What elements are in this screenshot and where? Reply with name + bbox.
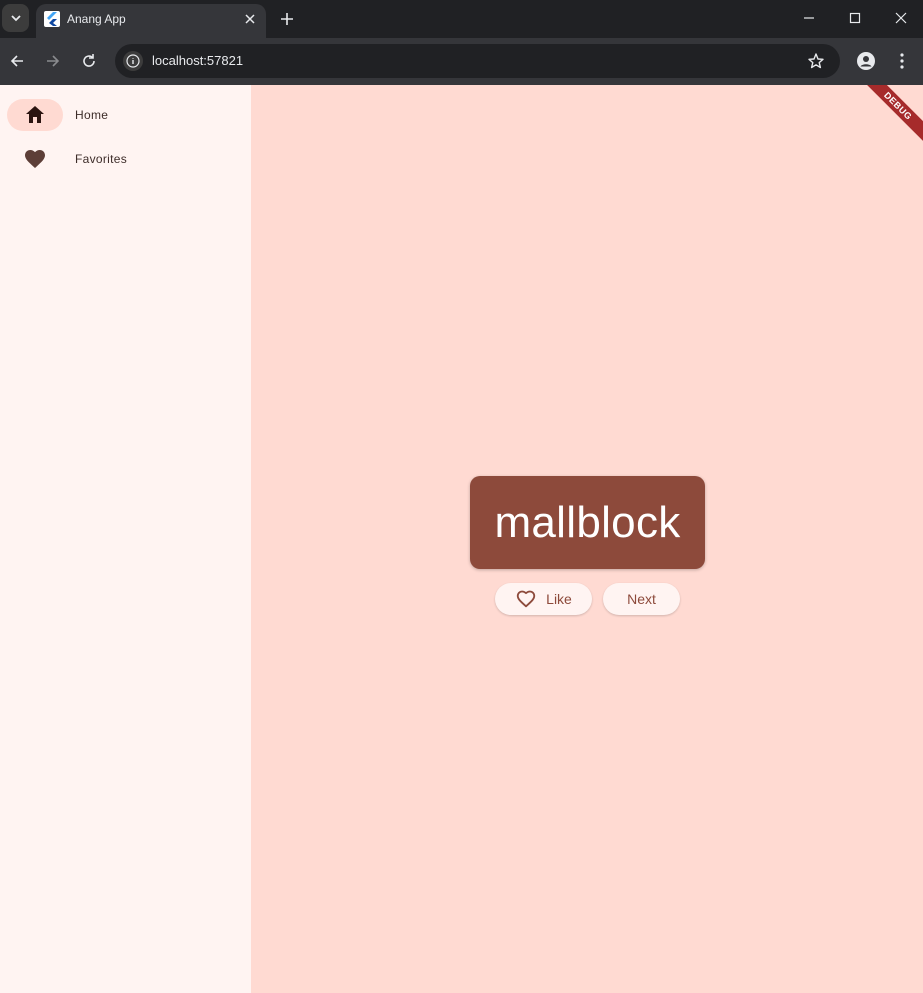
chevron-down-icon [10, 15, 21, 22]
flutter-logo-icon [44, 11, 60, 27]
rail-item-label: Home [75, 108, 109, 122]
reload-icon[interactable] [79, 51, 99, 71]
browser-toolbar: localhost:57821 [0, 38, 923, 85]
debug-banner: DEBUG [863, 85, 923, 145]
close-icon[interactable] [242, 11, 258, 27]
rail-item-label: Favorites [75, 152, 128, 166]
main-content: mallblock Like Next DEBUG [251, 85, 923, 993]
forward-arrow-icon[interactable] [43, 51, 63, 71]
maximize-icon[interactable] [845, 8, 865, 28]
window-close-icon[interactable] [891, 8, 911, 28]
url-text[interactable]: localhost:57821 [152, 53, 243, 68]
word-pair-card: mallblock [470, 476, 705, 569]
back-arrow-icon[interactable] [7, 51, 27, 71]
more-vert-icon[interactable] [892, 51, 912, 71]
debug-banner-label: DEBUG [863, 85, 923, 145]
new-tab-icon[interactable] [277, 9, 297, 29]
word-pair-text: mallblock [494, 497, 681, 547]
address-bar[interactable]: localhost:57821 [115, 44, 840, 78]
navigation-rail: Home Favorites [0, 85, 251, 993]
rail-item-home[interactable]: Home [0, 85, 251, 131]
like-button-label: Like [546, 591, 572, 607]
profile-icon[interactable] [856, 51, 876, 71]
minimize-icon[interactable] [799, 8, 819, 28]
heart-outline-icon [516, 590, 536, 608]
home-icon [26, 106, 44, 123]
tab-search-button[interactable] [2, 4, 29, 32]
next-button[interactable]: Next [603, 583, 680, 615]
browser-tab[interactable]: Anang App [36, 4, 266, 38]
browser-tab-strip: Anang App [0, 0, 923, 38]
next-button-label: Next [627, 591, 656, 607]
site-info-icon[interactable] [123, 51, 143, 71]
app-root: Home Favorites mallblock Like Next DEBUG [0, 85, 923, 993]
heart-icon [25, 150, 45, 168]
tab-title: Anang App [67, 12, 126, 26]
bookmark-star-icon[interactable] [806, 51, 826, 71]
rail-item-favorites[interactable]: Favorites [0, 141, 251, 185]
like-button[interactable]: Like [495, 583, 592, 615]
